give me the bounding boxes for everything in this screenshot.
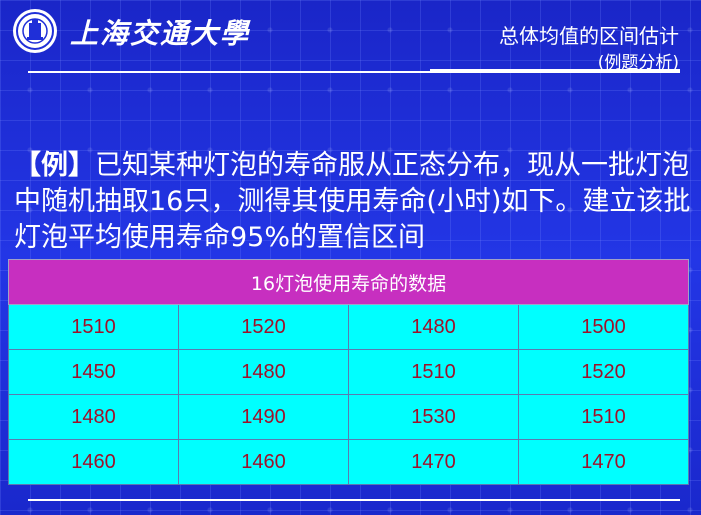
table-cell: 1450 — [8, 349, 179, 395]
table-cell: 1480 — [348, 304, 519, 350]
table-cell: 1510 — [348, 349, 519, 395]
table-row: 1460 1460 1470 1470 — [8, 439, 689, 485]
table-cell: 1510 — [518, 394, 689, 440]
table-cell: 1500 — [518, 304, 689, 350]
table-cell: 1470 — [348, 439, 519, 485]
table-row: 1480 1490 1530 1510 — [8, 394, 689, 440]
university-name: 上海交通大學 — [70, 17, 251, 50]
table-cell: 1480 — [8, 394, 179, 440]
university-seal-icon — [13, 9, 57, 53]
slide-title: 总体均值的区间估计 — [499, 24, 679, 48]
header-divider-accent — [430, 69, 680, 73]
lifetime-data-table: 16灯泡使用寿命的数据 1510 1520 1480 1500 1450 148… — [8, 259, 689, 485]
table-cell: 1530 — [348, 394, 519, 440]
table-row: 1510 1520 1480 1500 — [8, 304, 689, 350]
problem-text: 已知某种灯泡的寿命服从正态分布，现从一批灯泡中随机抽取16只，测得其使用寿命(小… — [14, 150, 691, 253]
table-cell: 1460 — [8, 439, 179, 485]
data-table-container: 16灯泡使用寿命的数据 1510 1520 1480 1500 1450 148… — [8, 259, 689, 485]
example-tag: 【例】 — [14, 150, 95, 181]
table-cell: 1520 — [518, 349, 689, 395]
table-caption: 16灯泡使用寿命的数据 — [8, 259, 689, 305]
table-cell: 1520 — [178, 304, 349, 350]
problem-statement: 【例】已知某种灯泡的寿命服从正态分布，现从一批灯泡中随机抽取16只，测得其使用寿… — [14, 148, 694, 256]
table-cell: 1460 — [178, 439, 349, 485]
table-header-row: 16灯泡使用寿命的数据 — [8, 259, 689, 305]
table-row: 1450 1480 1510 1520 — [8, 349, 689, 395]
table-cell: 1510 — [8, 304, 179, 350]
table-cell: 1490 — [178, 394, 349, 440]
table-cell: 1470 — [518, 439, 689, 485]
footer-divider — [28, 499, 680, 501]
table-cell: 1480 — [178, 349, 349, 395]
